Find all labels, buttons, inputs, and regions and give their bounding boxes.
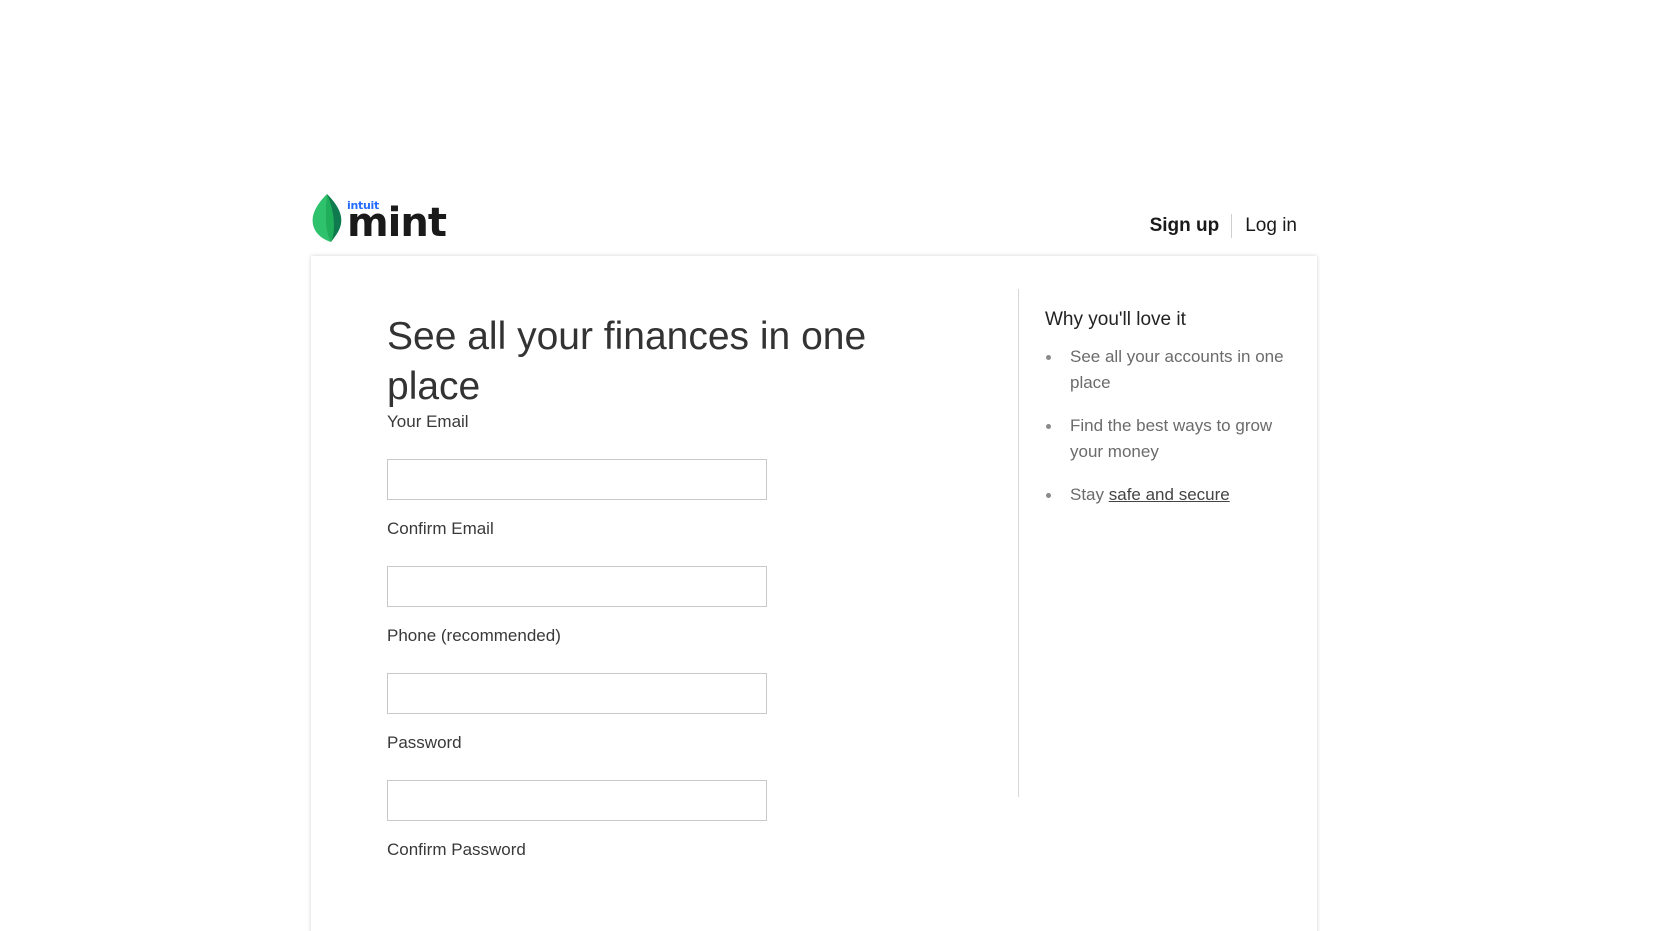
signup-link[interactable]: Sign up [1150, 214, 1232, 238]
benefit-item: Stay safe and secure [1045, 482, 1285, 508]
password-field[interactable] [387, 780, 767, 821]
bullet-icon [1046, 355, 1051, 360]
mint-logo[interactable]: intuit mint [309, 192, 447, 246]
email-label: Your Email [387, 412, 469, 431]
signup-page: intuit mint Sign up Log in See all your … [0, 0, 1655, 931]
phone-field[interactable] [387, 673, 767, 714]
benefit-text-prefix: Stay [1070, 485, 1109, 504]
confirm-email-field[interactable] [387, 566, 767, 607]
login-link[interactable]: Log in [1232, 214, 1297, 238]
page-title: See all your finances in one place [387, 315, 867, 408]
mint-leaf-icon [312, 194, 342, 242]
benefits-title: Why you'll love it [1045, 309, 1186, 330]
benefits-list: See all your accounts in one place Find … [1045, 344, 1285, 508]
bullet-icon [1046, 493, 1051, 498]
benefit-item: See all your accounts in one place [1045, 344, 1285, 396]
header-nav: Sign up Log in [1150, 214, 1297, 238]
email-field[interactable] [387, 459, 767, 500]
site-header: intuit mint Sign up Log in [309, 188, 1317, 254]
safe-and-secure-link[interactable]: safe and secure [1109, 485, 1230, 504]
benefit-item: Find the best ways to grow your money [1045, 413, 1285, 465]
mint-wordmark: mint [347, 200, 447, 246]
password-label: Password [387, 733, 462, 752]
phone-label: Phone (recommended) [387, 626, 561, 645]
benefits-panel: Why you'll love it See all your accounts… [1045, 308, 1285, 525]
signup-card: See all your finances in one place Your … [311, 256, 1317, 931]
benefit-text: See all your accounts in one place [1070, 347, 1284, 392]
confirm-email-label: Confirm Email [387, 519, 494, 538]
confirm-password-label: Confirm Password [387, 840, 526, 859]
column-divider [1018, 289, 1019, 797]
bullet-icon [1046, 424, 1051, 429]
benefit-text: Find the best ways to grow your money [1070, 416, 1273, 461]
